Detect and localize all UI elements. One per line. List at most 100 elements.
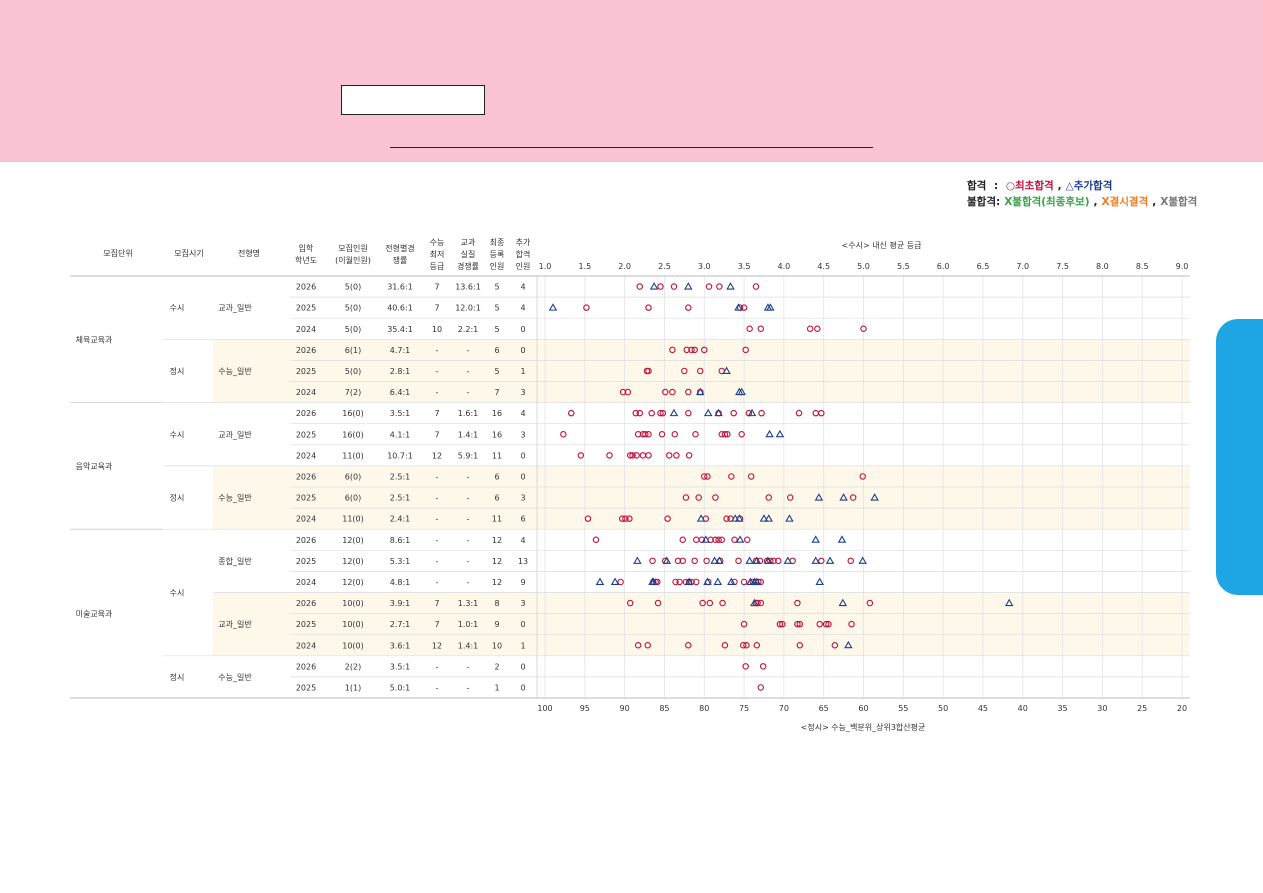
period-label: 정시 — [170, 493, 185, 503]
bottom-tick-label: 55 — [898, 704, 908, 713]
cell-add: 4 — [520, 536, 525, 545]
header-final: 인원 — [490, 261, 505, 271]
period-label: 정시 — [170, 366, 185, 376]
first-pass-marker — [703, 557, 710, 565]
top-tick-label: 6.0 — [937, 262, 950, 271]
cell-actual: 1.0:1 — [458, 620, 479, 629]
cell-year: 2026 — [296, 346, 316, 355]
cell-final: 16 — [492, 430, 502, 439]
bottom-tick-label: 20 — [1177, 704, 1187, 713]
bottom-tick-label: 30 — [1097, 704, 1107, 713]
bottom-tick-label: 60 — [858, 704, 868, 713]
cell-quota: 12(0) — [342, 578, 364, 587]
first-pass-marker — [685, 304, 692, 311]
add-pass-marker — [610, 577, 620, 585]
cell-ratio: 5.3:1 — [390, 557, 411, 566]
first-pass-marker — [648, 409, 655, 417]
cell-year: 2025 — [296, 430, 316, 439]
cell-min: - — [436, 578, 439, 587]
cell-year: 2025 — [296, 367, 316, 376]
header-actual: 교과 — [461, 238, 476, 247]
cell-add: 0 — [520, 451, 525, 460]
cell-final: 1 — [494, 683, 499, 692]
cell-ratio: 4.8:1 — [390, 578, 411, 587]
first-pass-marker — [730, 409, 737, 417]
cell-final: 11 — [492, 451, 502, 460]
cell-year: 2024 — [296, 515, 316, 524]
cell-final: 10 — [492, 641, 502, 650]
bottom-tick-label: 40 — [1018, 704, 1028, 713]
cell-ratio: 3.5:1 — [390, 409, 411, 418]
top-tick-label: 5.5 — [897, 262, 910, 271]
first-pass-marker — [759, 663, 767, 670]
cell-actual: - — [467, 494, 470, 503]
header-period: 모집시기 — [174, 248, 203, 258]
top-tick-label: 2.5 — [658, 262, 671, 271]
first-pass-marker — [679, 536, 687, 543]
cell-ratio: 2.5:1 — [390, 472, 411, 481]
cell-final: 12 — [492, 578, 502, 587]
add-pass-marker — [633, 556, 642, 564]
first-pass-marker — [606, 452, 613, 459]
cell-quota: 12(0) — [342, 557, 364, 566]
cell-ratio: 10.7:1 — [387, 451, 413, 460]
bottom-tick-label: 70 — [779, 704, 789, 713]
cell-add: 1 — [520, 367, 525, 376]
cell-quota: 10(0) — [342, 641, 364, 650]
bottom-tick-label: 75 — [739, 704, 749, 713]
top-tick-label: 8.5 — [1136, 262, 1149, 271]
cell-min: 7 — [434, 304, 439, 313]
cell-actual: 13.6:1 — [455, 283, 481, 292]
first-pass-marker — [693, 536, 700, 543]
first-pass-marker — [705, 283, 713, 290]
cell-min: - — [436, 662, 439, 671]
cell-quota: 16(0) — [342, 430, 364, 439]
first-pass-marker — [676, 578, 683, 586]
header-actual: 경쟁률 — [457, 261, 479, 271]
cell-ratio: 6.4:1 — [390, 388, 411, 397]
cell-final: 11 — [492, 515, 502, 524]
first-pass-marker — [560, 430, 567, 438]
type-label: 수능_일반 — [218, 367, 252, 376]
cell-actual: - — [467, 472, 470, 481]
cell-quota: 7(2) — [345, 388, 361, 397]
top-tick-label: 5.0 — [857, 262, 870, 271]
cell-min: - — [436, 494, 439, 503]
cell-ratio: 40.6:1 — [387, 304, 413, 313]
top-tick-label: 8.0 — [1096, 262, 1109, 271]
cell-actual: - — [467, 515, 470, 524]
add-pass-marker — [745, 556, 754, 564]
top-tick-label: 2.0 — [618, 262, 631, 271]
cell-actual: - — [467, 578, 470, 587]
top-axis-title: <수시> 내신 평균 등급 — [842, 240, 922, 250]
first-pass-marker — [738, 430, 745, 438]
cell-actual: 1.3:1 — [458, 599, 479, 608]
first-pass-marker — [691, 557, 698, 565]
first-pass-marker — [818, 557, 825, 565]
bottom-axis-title: <정시> 수능_백분위_상위3합산평균 — [801, 722, 926, 732]
cell-add: 0 — [520, 472, 525, 481]
header-ratio: 전형별경 — [385, 243, 414, 253]
first-pass-marker — [671, 430, 679, 438]
cell-actual: 1.4:1 — [458, 430, 479, 439]
cell-min: - — [436, 557, 439, 566]
cell-quota: 5(0) — [345, 283, 361, 292]
cell-add: 4 — [520, 304, 525, 313]
cell-final: 9 — [494, 620, 499, 629]
add-pass-marker — [713, 577, 723, 585]
cell-final: 7 — [494, 388, 499, 397]
cell-final: 12 — [492, 557, 502, 566]
top-tick-label: 9.0 — [1176, 262, 1189, 271]
bottom-tick-label: 65 — [819, 704, 829, 713]
cell-add: 3 — [520, 494, 525, 503]
first-pass-marker — [812, 409, 819, 417]
cell-add: 4 — [520, 409, 525, 418]
cell-final: 5 — [494, 304, 499, 313]
type-label: 수능_일반 — [218, 673, 252, 682]
add-pass-marker — [684, 282, 693, 290]
cell-final: 5 — [494, 325, 499, 334]
first-pass-marker — [617, 578, 624, 586]
first-pass-marker — [639, 452, 647, 459]
cell-year: 2025 — [296, 557, 316, 566]
add-pass-marker — [703, 408, 713, 417]
